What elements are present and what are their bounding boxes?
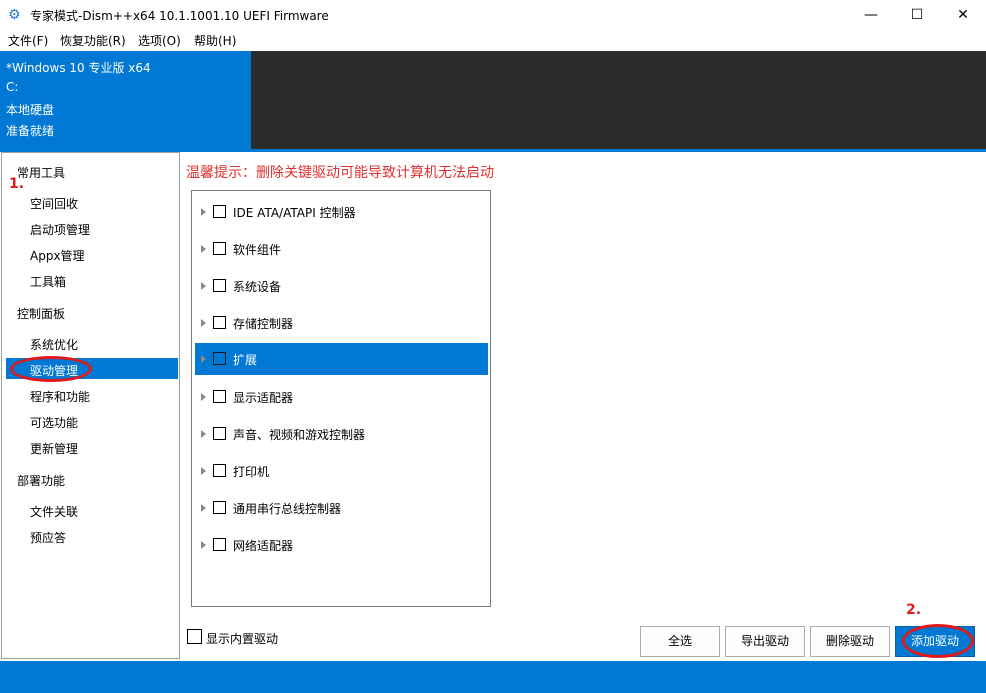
session-list-area (251, 51, 986, 149)
expand-arrow-icon[interactable] (201, 504, 206, 512)
tree-item[interactable]: 网络适配器 (195, 529, 488, 561)
status-bar (0, 661, 986, 693)
tree-item[interactable]: 软件组件 (195, 233, 488, 265)
sidebar-item-appx[interactable]: Appx管理 (30, 247, 85, 264)
tree-checkbox[interactable] (213, 316, 226, 329)
expand-arrow-icon[interactable] (201, 355, 206, 363)
tree-checkbox[interactable] (213, 464, 226, 477)
tree-item-label: 声音、视频和游戏控制器 (233, 428, 366, 442)
minimize-button[interactable]: — (848, 0, 894, 30)
os-name: *Windows 10 专业版 x64 (6, 61, 151, 75)
sidebar: 常用工具 空间回收 启动项管理 Appx管理 工具箱 控制面板 系统优化 驱动管… (1, 152, 180, 659)
tree-item[interactable]: 打印机 (195, 455, 488, 487)
sidebar-item-space-recovery[interactable]: 空间回收 (30, 195, 78, 212)
tree-item-label: 软件组件 (233, 243, 282, 257)
tree-checkbox[interactable] (213, 352, 226, 365)
expand-arrow-icon[interactable] (201, 245, 206, 253)
sidebar-item-system-optimize[interactable]: 系统优化 (30, 336, 78, 353)
gear-icon: ⚙ (8, 7, 21, 23)
sidebar-heading-control-panel: 控制面板 (17, 307, 66, 321)
expand-arrow-icon[interactable] (201, 467, 206, 475)
sidebar-item-answer-file[interactable]: 预应答 (30, 529, 66, 546)
sidebar-item-toolbox[interactable]: 工具箱 (30, 273, 66, 290)
sidebar-heading-deployment: 部署功能 (17, 474, 66, 488)
tree-checkbox[interactable] (213, 205, 226, 218)
sidebar-item-file-association[interactable]: 文件关联 (30, 503, 78, 520)
expand-arrow-icon[interactable] (201, 319, 206, 327)
show-builtin-label[interactable]: 显示内置驱动 (206, 630, 278, 647)
tree-item-label: IDE ATA/ATAPI 控制器 (233, 206, 356, 220)
tree-item[interactable]: 声音、视频和游戏控制器 (195, 418, 488, 450)
tree-item-label: 显示适配器 (233, 391, 294, 405)
maximize-button[interactable]: ☐ (894, 0, 940, 30)
tree-item[interactable]: IDE ATA/ATAPI 控制器 (195, 196, 488, 228)
title-bar: ⚙ 专家模式-Dism++x64 10.1.1001.10 UEFI Firmw… (0, 0, 986, 30)
menu-options[interactable]: 选项(O) (138, 32, 181, 49)
sidebar-heading-common-tools: 常用工具 (17, 166, 66, 180)
expand-arrow-icon[interactable] (201, 208, 206, 216)
sidebar-item-startup[interactable]: 启动项管理 (30, 221, 90, 238)
sidebar-item-updates[interactable]: 更新管理 (30, 440, 78, 457)
session-info-panel[interactable]: *Windows 10 专业版 x64 C: 本地硬盘 准备就绪 (0, 51, 251, 149)
tree-item-label: 系统设备 (233, 280, 282, 294)
disk-type: 本地硬盘 (6, 103, 55, 117)
expand-arrow-icon[interactable] (201, 282, 206, 290)
drive-letter: C: (6, 80, 19, 94)
tree-item[interactable]: 通用串行总线控制器 (195, 492, 488, 524)
tree-checkbox[interactable] (213, 279, 226, 292)
close-button[interactable]: ✕ (940, 0, 986, 30)
menu-recovery[interactable]: 恢复功能(R) (60, 32, 126, 49)
tree-checkbox[interactable] (213, 427, 226, 440)
step-1-annotation: 1. (9, 176, 25, 192)
window-title: 专家模式-Dism++x64 10.1.1001.10 UEFI Firmwar… (30, 9, 329, 23)
tree-item-selected[interactable]: 扩展 (195, 343, 488, 375)
tree-item-label: 扩展 (233, 353, 258, 367)
highlight-ellipse-driver (10, 356, 92, 382)
tree-checkbox[interactable] (213, 242, 226, 255)
expand-arrow-icon[interactable] (201, 393, 206, 401)
tree-checkbox[interactable] (213, 501, 226, 514)
sidebar-item-optional-features[interactable]: 可选功能 (30, 414, 78, 431)
menu-help[interactable]: 帮助(H) (194, 32, 236, 49)
menu-bar: 文件(F) 恢复功能(R) 选项(O) 帮助(H) (0, 30, 986, 50)
tree-checkbox[interactable] (213, 390, 226, 403)
tree-item-label: 存储控制器 (233, 317, 294, 331)
warning-text: 温馨提示：删除关键驱动可能导致计算机无法启动 (186, 165, 494, 181)
tree-item[interactable]: 显示适配器 (195, 381, 488, 413)
step-2-annotation: 2. (906, 602, 922, 618)
expand-arrow-icon[interactable] (201, 541, 206, 549)
tree-item-label: 通用串行总线控制器 (233, 502, 342, 516)
tree-item[interactable]: 存储控制器 (195, 307, 488, 339)
export-driver-button[interactable]: 导出驱动 (725, 626, 805, 657)
tree-item[interactable]: 系统设备 (195, 270, 488, 302)
tree-item-label: 网络适配器 (233, 539, 294, 553)
session-status: 准备就绪 (6, 124, 55, 138)
expand-arrow-icon[interactable] (201, 430, 206, 438)
sidebar-item-programs[interactable]: 程序和功能 (30, 388, 90, 405)
select-all-button[interactable]: 全选 (640, 626, 720, 657)
delete-driver-button[interactable]: 删除驱动 (810, 626, 890, 657)
menu-file[interactable]: 文件(F) (8, 32, 48, 49)
tree-item-label: 打印机 (233, 465, 270, 479)
tree-checkbox[interactable] (213, 538, 226, 551)
highlight-ellipse-add (902, 624, 974, 658)
driver-tree[interactable]: IDE ATA/ATAPI 控制器 软件组件 系统设备 存储控制器 扩展 显示适… (191, 190, 491, 607)
show-builtin-checkbox[interactable] (187, 629, 202, 644)
